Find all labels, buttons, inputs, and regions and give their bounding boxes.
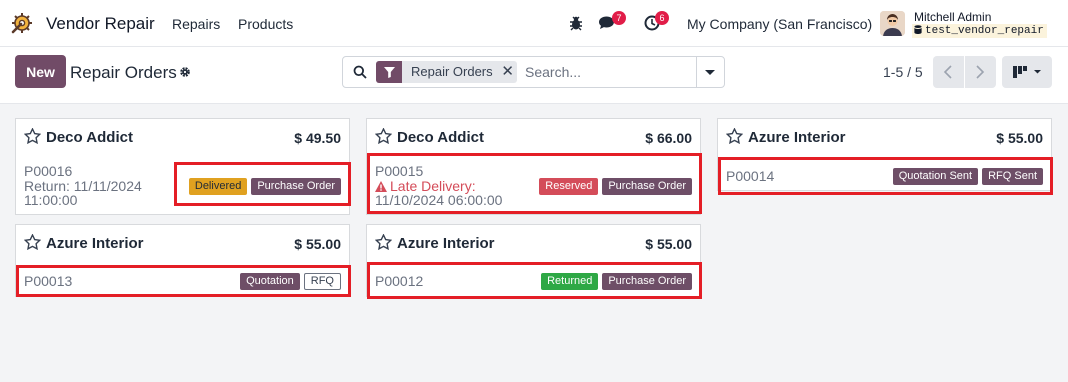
company-switcher[interactable]: My Company (San Francisco)	[687, 16, 872, 32]
card-partner: Deco Addict	[46, 129, 133, 146]
app-name[interactable]: Vendor Repair	[46, 14, 155, 34]
star-icon[interactable]	[375, 128, 392, 144]
card-amount: $ 55.00	[294, 236, 341, 252]
activities-count-badge: 6	[655, 11, 669, 25]
card-partner: Azure Interior	[397, 235, 495, 252]
search-icon[interactable]	[353, 65, 367, 79]
new-button[interactable]: New	[15, 55, 66, 88]
facet-label: Repair Orders	[411, 64, 493, 79]
caret-down-icon[interactable]	[704, 69, 716, 77]
card-amount: $ 55.00	[645, 236, 692, 252]
control-panel: New Repair Orders Repair Orders ✕ 1-5 / …	[0, 47, 1068, 104]
tag-purchase-order: Purchase Order	[251, 178, 341, 195]
facet-remove-icon[interactable]: ✕	[499, 61, 517, 83]
pager-previous-button[interactable]	[933, 56, 964, 88]
kanban-column: Azure Interior $ 55.00 P00014 Quotation …	[717, 118, 1053, 200]
card-delivery-date: 11/10/2024 06:00:00	[375, 192, 503, 208]
bug-icon[interactable]	[568, 15, 584, 31]
kanban-card[interactable]: Azure Interior $ 55.00 P00013 Quotation …	[15, 224, 351, 297]
card-reference: P00015	[375, 163, 424, 179]
card-partner: Deco Addict	[397, 129, 484, 146]
kanban-card[interactable]: Azure Interior $ 55.00 P00014 Quotation …	[717, 118, 1053, 195]
kanban-board: Deco Addict $ 49.50 P00016 Return: 11/11…	[0, 105, 1068, 382]
gear-icon[interactable]	[179, 66, 191, 78]
kanban-column: Deco Addict $ 66.00 P00015 Late Delivery…	[366, 118, 702, 306]
chevron-left-icon	[943, 65, 952, 79]
pager-next-button[interactable]	[965, 56, 996, 88]
database-icon	[914, 25, 922, 34]
filter-facet: Repair Orders ✕	[376, 61, 517, 83]
database-name: test_vendor_repair	[925, 25, 1044, 37]
tag-purchase-order: Purchase Order	[602, 178, 692, 195]
tag-reserved: Reserved	[539, 178, 599, 195]
kanban-column: Deco Addict $ 49.50 P00016 Return: 11/11…	[15, 118, 351, 306]
card-return-time: 11:00:00	[24, 192, 78, 208]
chevron-right-icon	[976, 65, 985, 79]
star-icon[interactable]	[726, 128, 743, 144]
kanban-card[interactable]: Deco Addict $ 49.50 P00016 Return: 11/11…	[15, 118, 351, 215]
pager-value[interactable]: 1-5 / 5	[883, 64, 923, 80]
card-amount: $ 66.00	[645, 130, 692, 146]
wrench-gear-icon[interactable]	[11, 12, 33, 34]
tag-rfq: RFQ	[303, 273, 341, 290]
search-divider	[696, 57, 697, 87]
warning-icon	[375, 181, 387, 192]
top-navbar: Vendor Repair Repairs Products 7 6 My Co…	[0, 0, 1068, 47]
card-amount: $ 49.50	[294, 130, 341, 146]
tag-rfq-sent: RFQ Sent	[982, 168, 1043, 185]
avatar[interactable]	[880, 11, 905, 36]
card-partner: Azure Interior	[46, 235, 144, 252]
menu-products[interactable]: Products	[238, 16, 293, 32]
kanban-card[interactable]: Deco Addict $ 66.00 P00015 Late Delivery…	[366, 118, 702, 215]
tag-returned: Returned	[541, 273, 599, 290]
kanban-view-icon	[1013, 66, 1041, 78]
user-name[interactable]: Mitchell Admin	[914, 10, 991, 24]
tag-quotation-sent: Quotation Sent	[892, 168, 979, 185]
page-title[interactable]: Repair Orders	[70, 63, 177, 83]
star-icon[interactable]	[24, 234, 41, 250]
search-input[interactable]	[525, 62, 685, 82]
view-switcher-button[interactable]	[1002, 56, 1052, 88]
card-reference: P00016	[24, 163, 73, 179]
kanban-card[interactable]: Azure Interior $ 55.00 P00012 Returned P…	[366, 224, 702, 299]
star-icon[interactable]	[375, 234, 392, 250]
menu-repairs[interactable]: Repairs	[172, 16, 220, 32]
tag-quotation: Quotation	[240, 273, 300, 290]
star-icon[interactable]	[24, 128, 41, 144]
card-partner: Azure Interior	[748, 129, 846, 146]
search-bar: Repair Orders ✕	[342, 56, 725, 88]
tag-delivered: Delivered	[188, 178, 248, 195]
filter-icon	[376, 61, 402, 83]
card-amount: $ 55.00	[996, 130, 1043, 146]
messages-count-badge: 7	[612, 11, 626, 25]
tag-purchase-order: Purchase Order	[602, 273, 692, 290]
database-tag: test_vendor_repair	[912, 24, 1047, 38]
